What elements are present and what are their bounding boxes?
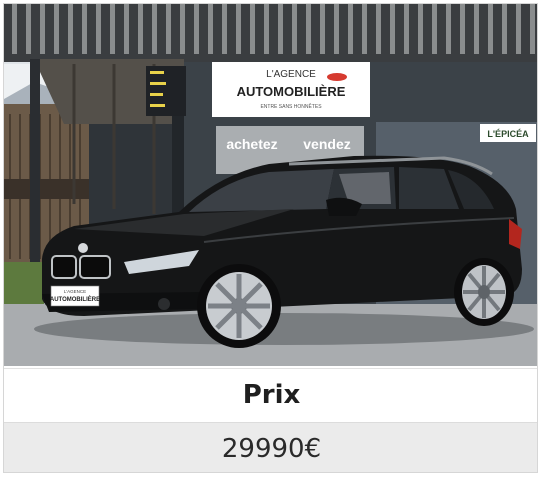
bmw-logo-icon xyxy=(78,243,88,253)
plate-top-text: L'AGENCE xyxy=(64,289,86,294)
plate-main-text: AUTOMOBILIÈRE xyxy=(50,295,100,303)
agency-sign-main-text: AUTOMOBILIÈRE xyxy=(237,84,346,99)
car-photo[interactable]: L'AGENCE AUTOMOBILIÈRE ENTRE SANS HONNÊT… xyxy=(4,4,537,366)
banner-achetez-text: achetez xyxy=(226,136,277,152)
banner-vendez-text: vendez xyxy=(303,136,350,152)
price-label: Prix xyxy=(4,368,537,421)
listing-card[interactable]: L'AGENCE AUTOMOBILIÈRE ENTRE SANS HONNÊT… xyxy=(3,3,538,473)
shop-sign-text: L'ÉPICÉA xyxy=(487,129,529,139)
agency-logo-car-icon xyxy=(327,73,347,81)
price-value: 29990€ xyxy=(4,422,537,472)
agency-sign-tagline: ENTRE SANS HONNÊTES xyxy=(260,102,322,110)
agency-sign-top-text: L'AGENCE xyxy=(266,69,316,80)
